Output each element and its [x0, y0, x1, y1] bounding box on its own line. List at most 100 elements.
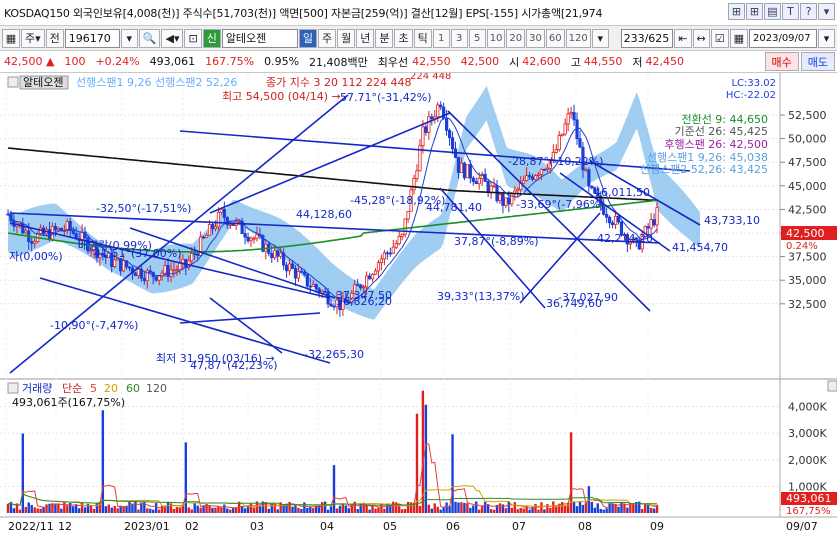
- volume-bar: [128, 501, 131, 513]
- lc-label: LC:33.02: [731, 78, 776, 89]
- tile-icon[interactable]: ⊞: [728, 3, 745, 20]
- buy-button[interactable]: 매수: [764, 52, 799, 71]
- split-icon[interactable]: ⊞: [746, 3, 763, 20]
- candle-body: [569, 112, 573, 115]
- date-field[interactable]: 2023/09/07: [749, 28, 817, 48]
- tab-year[interactable]: 년: [356, 28, 375, 48]
- candle-body: [610, 222, 615, 225]
- price-chart[interactable]: 알테오젠 선행스팬1 9,26 선행스팬2 52,26 종가 지수 3 20 1…: [0, 73, 837, 537]
- minute-3[interactable]: 3: [450, 28, 468, 48]
- candle-body: [216, 211, 221, 228]
- price-tick-label: 45,000: [788, 180, 827, 193]
- prev-button[interactable]: 전: [45, 28, 64, 48]
- candle-body: [332, 305, 336, 308]
- volume-expand-icon[interactable]: [827, 380, 837, 392]
- stock-code-input[interactable]: 196170: [64, 28, 120, 48]
- ichimoku-legend: 선행스팬1 9,26 선행스팬2 52,26: [76, 76, 237, 89]
- volume-bar: [77, 508, 81, 513]
- tab-month[interactable]: 월: [337, 28, 356, 48]
- volume-bar: [187, 507, 190, 513]
- volume-bar: [590, 501, 594, 513]
- candle-body: [311, 284, 315, 287]
- volume-bar: [344, 505, 348, 513]
- chart-type-select[interactable]: 주 ▾: [21, 28, 45, 48]
- date-dropdown[interactable]: ▾: [818, 28, 835, 48]
- tab-day[interactable]: 일: [298, 28, 317, 48]
- count-field[interactable]: 233/625: [621, 28, 674, 48]
- minute-20[interactable]: 20: [506, 28, 526, 48]
- trend-label-6: -28,87°(-10,22%): [508, 155, 603, 168]
- candle-body: [222, 208, 226, 218]
- volume-bar: [466, 503, 469, 513]
- volume-bar: [220, 507, 223, 513]
- volume-bar: [143, 501, 146, 513]
- candle-body: [184, 259, 188, 268]
- code-dropdown[interactable]: ▾: [120, 28, 138, 48]
- help-icon[interactable]: ?: [800, 3, 817, 20]
- menu-icon[interactable]: ▾: [818, 3, 835, 20]
- volume-bar: [563, 505, 567, 513]
- ma-legend: 종가 지수 3 20 112 224 448: [266, 76, 411, 89]
- chart-config-icon[interactable]: [7, 76, 19, 88]
- volume-bar: [92, 508, 96, 513]
- tab-week[interactable]: 주: [317, 28, 337, 48]
- minute-30[interactable]: 30: [526, 28, 545, 48]
- volume-config-icon[interactable]: [7, 382, 19, 394]
- minute-1[interactable]: 1: [432, 28, 450, 48]
- text-icon[interactable]: T: [782, 3, 799, 20]
- volume-bar: [42, 507, 45, 513]
- volume-bar: [270, 503, 273, 513]
- volume-bar: [593, 507, 596, 513]
- volume-bar: [95, 503, 99, 513]
- volume-bar: [469, 507, 472, 513]
- zoom-icon[interactable]: ↔: [692, 28, 710, 48]
- candle-body: [545, 167, 549, 170]
- volume-bar: [652, 508, 656, 513]
- candle-body: [213, 226, 218, 230]
- volume-bar: [478, 509, 481, 513]
- volume-bar: [528, 509, 531, 513]
- minute-120[interactable]: 120: [565, 28, 591, 48]
- trend-label-11: 42,214,20: [597, 232, 653, 245]
- search-icon[interactable]: 🔍: [138, 28, 161, 48]
- volume-bar: [309, 506, 312, 513]
- settings-icon[interactable]: ▾: [591, 28, 609, 48]
- candle-body: [237, 220, 241, 223]
- tab-tick[interactable]: 틱: [413, 28, 432, 48]
- volume-value: 493,061: [149, 55, 196, 68]
- candle-body: [533, 175, 538, 180]
- scroll-left-icon[interactable]: ⇤: [674, 28, 692, 48]
- sell-button[interactable]: 매도: [800, 52, 835, 71]
- minute-5[interactable]: 5: [468, 28, 486, 48]
- current-price: 42,500 ▲: [4, 55, 55, 68]
- price-y-axis: 52,50050,00047,50045,00042,50040,00037,5…: [780, 109, 827, 311]
- speaker-icon[interactable]: ◀▾: [161, 28, 184, 48]
- grid-icon[interactable]: ▦: [2, 28, 20, 48]
- tab-second[interactable]: 초: [394, 28, 413, 48]
- candle-body: [498, 193, 502, 202]
- volume-bar: [392, 501, 395, 513]
- calendar-icon[interactable]: ▦: [729, 28, 748, 48]
- volume-bar: [439, 509, 442, 513]
- checkbox-icon[interactable]: ☑: [710, 28, 729, 48]
- candle-body: [465, 164, 469, 179]
- candle-body: [486, 181, 490, 193]
- minute-60[interactable]: 60: [545, 28, 565, 48]
- candle-body: [376, 262, 381, 272]
- candle-body: [406, 210, 410, 220]
- candle-body: [299, 270, 304, 273]
- candle-body: [133, 272, 138, 276]
- lock-icon[interactable]: ⊡: [184, 28, 202, 48]
- tab-minute[interactable]: 분: [375, 28, 394, 48]
- candle-body: [293, 268, 298, 279]
- candle-body: [516, 189, 520, 192]
- volume-bar: [442, 507, 445, 513]
- minute-10[interactable]: 10: [486, 28, 506, 48]
- volume-bar: [306, 507, 309, 513]
- list-icon[interactable]: ▤: [764, 3, 781, 20]
- trend-label-10: 41,454,70: [672, 241, 728, 254]
- volume-bar: [498, 503, 502, 513]
- stock-label: 알테오젠: [23, 75, 63, 89]
- x-tick-label: 07: [512, 520, 526, 533]
- volume-bar: [57, 503, 60, 513]
